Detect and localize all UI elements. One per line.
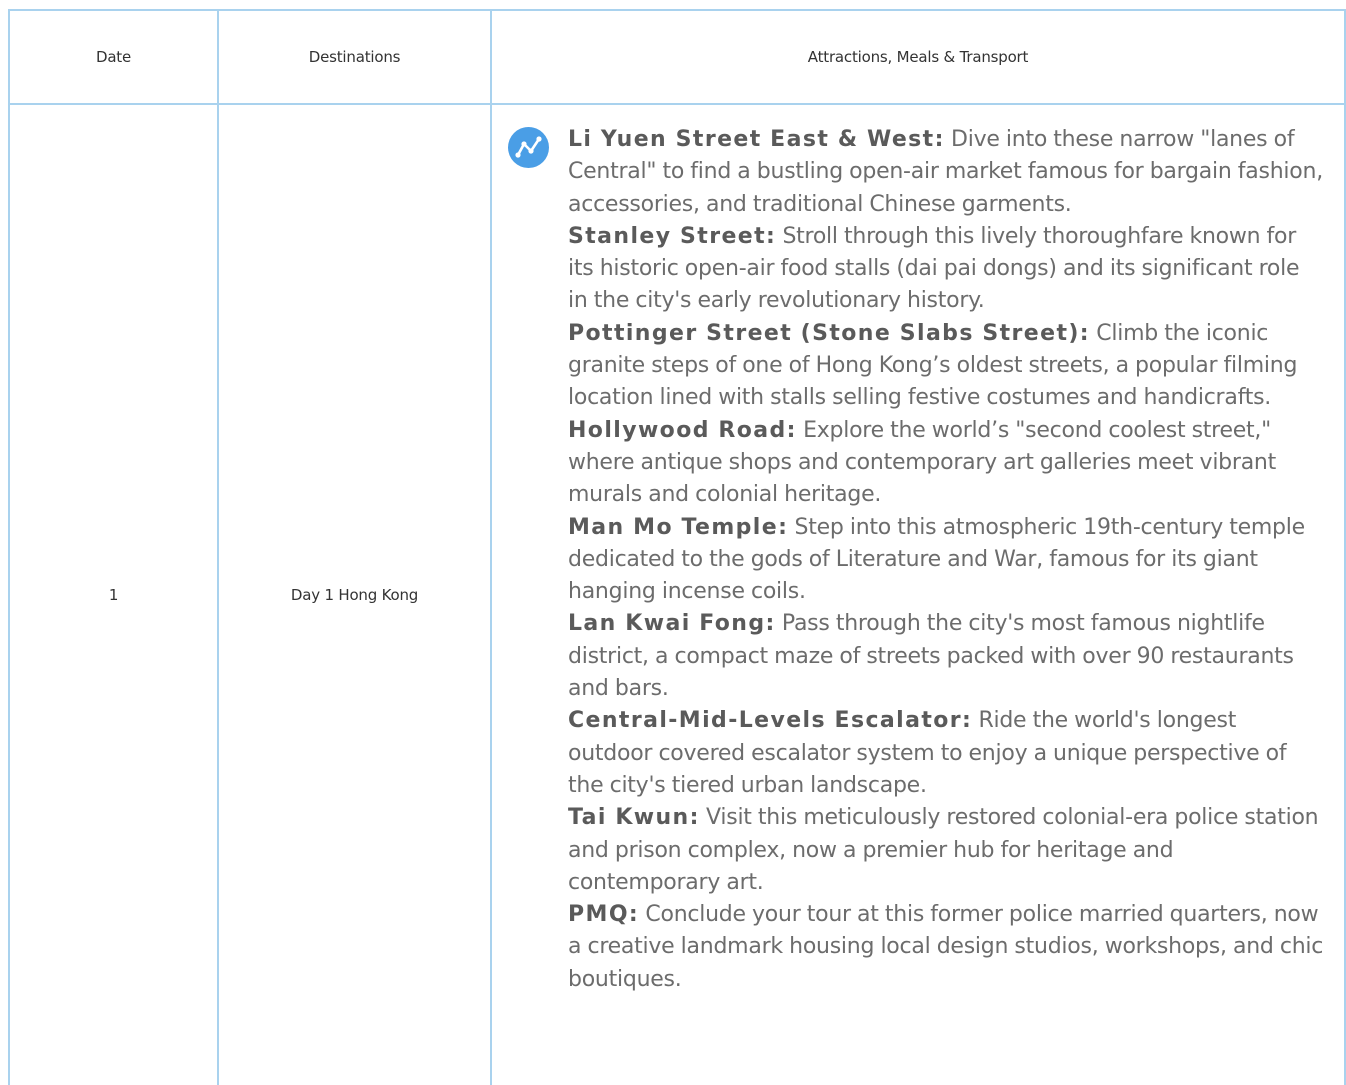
list-item: PMQ: Conclude your tour at this former p… bbox=[568, 899, 1324, 996]
header-attractions: Attractions, Meals & Transport bbox=[491, 10, 1345, 105]
list-item: Tai Kwun: Visit this meticulously restor… bbox=[568, 802, 1324, 899]
date-cell: 1 bbox=[9, 104, 219, 1085]
attraction-name: Central-Mid-Levels Escalator: bbox=[568, 708, 973, 734]
list-item: Li Yuen Street East & West: Dive into th… bbox=[568, 124, 1324, 221]
table-row: 1 Day 1 Hong Kong Li Yuen Street East & … bbox=[9, 104, 1345, 1085]
attraction-description: Conclude your tour at this former police… bbox=[568, 902, 1324, 992]
route-icon bbox=[508, 127, 549, 168]
day-number: 1 bbox=[108, 586, 119, 604]
destination-name: Day 1 Hong Kong bbox=[290, 586, 419, 604]
list-item: Man Mo Temple: Step into this atmospheri… bbox=[568, 512, 1324, 609]
attraction-name: Man Mo Temple: bbox=[568, 514, 789, 540]
attraction-name: Hollywood Road: bbox=[568, 417, 797, 443]
list-item: Stanley Street: Stroll through this live… bbox=[568, 221, 1324, 318]
attractions-cell: Li Yuen Street East & West: Dive into th… bbox=[491, 104, 1345, 1085]
attractions-list: Li Yuen Street East & West: Dive into th… bbox=[492, 105, 1344, 996]
list-item: Hollywood Road: Explore the world’s "sec… bbox=[568, 415, 1324, 512]
attraction-name: Tai Kwun: bbox=[568, 805, 700, 831]
list-item: Lan Kwai Fong: Pass through the city's m… bbox=[568, 608, 1324, 705]
table-header-row: Date Destinations Attractions, Meals & T… bbox=[9, 10, 1345, 105]
destination-cell: Day 1 Hong Kong bbox=[218, 104, 492, 1085]
attraction-name: Li Yuen Street East & West: bbox=[568, 127, 945, 152]
itinerary-table: Date Destinations Attractions, Meals & T… bbox=[8, 9, 1346, 1085]
attraction-name: Pottinger Street (Stone Slabs Street): bbox=[568, 320, 1091, 346]
attraction-name: Lan Kwai Fong: bbox=[568, 611, 776, 637]
attraction-name: Stanley Street: bbox=[568, 223, 777, 249]
attraction-name: PMQ: bbox=[568, 902, 640, 928]
header-date: Date bbox=[9, 10, 219, 105]
list-item: Central-Mid-Levels Escalator: Ride the w… bbox=[568, 705, 1324, 802]
header-destinations: Destinations bbox=[218, 10, 492, 105]
list-item: Pottinger Street (Stone Slabs Street): C… bbox=[568, 318, 1324, 415]
